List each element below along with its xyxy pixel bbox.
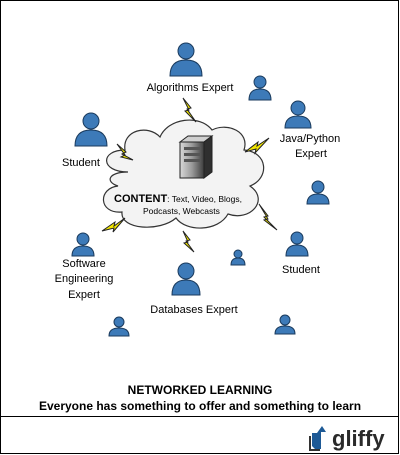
content-text-line1: CONTENT: Text, Video, Blogs, [114, 193, 242, 205]
person-icon-bottom-right [274, 314, 296, 335]
lightning-icon-bottom-left [101, 217, 126, 233]
label-software-line1: Software [62, 258, 105, 270]
person-icon-java-python [284, 100, 312, 129]
label-student-left: Student [62, 157, 100, 169]
gliffy-logo-icon [309, 426, 326, 451]
person-icon-databases [171, 262, 201, 296]
label-java-python-line1: Java/Python [280, 133, 341, 145]
person-icon-bottom-left [108, 316, 130, 337]
label-software-line2: Engineering [55, 273, 114, 285]
person-icon-student-right [285, 231, 309, 257]
person-icon-tiny-middle [230, 249, 246, 266]
gliffy-logo: gliffy [309, 426, 385, 451]
label-software-line3: Expert [68, 289, 100, 301]
network-diagram: Algorithms Expert Java/Python Expert Stu… [55, 42, 341, 337]
server-icon [178, 135, 214, 179]
person-icon-student-left [74, 112, 108, 147]
content-text-line2: Podcasts, Webcasts [143, 206, 220, 216]
content-line1-rest: : Text, Video, Blogs, [167, 194, 242, 204]
person-icon-top-right [248, 75, 272, 101]
lightning-icon-right-bottom [258, 203, 278, 231]
gliffy-logo-text: gliffy [332, 426, 385, 451]
label-java-python-line2: Expert [295, 148, 327, 160]
person-icon-software-engineering [71, 232, 95, 257]
lightning-icon-right-top [244, 137, 270, 155]
lightning-icon-top [182, 97, 197, 123]
label-algorithms-expert: Algorithms Expert [147, 82, 234, 94]
label-student-right: Student [282, 264, 320, 276]
caption-title: NETWORKED LEARNING [127, 383, 273, 397]
caption-subtitle: Everyone has something to offer and some… [38, 399, 362, 413]
person-icon-right-middle [306, 180, 330, 205]
label-databases-expert: Databases Expert [150, 304, 237, 316]
person-icon-algorithms [169, 42, 203, 77]
lightning-icon-bottom [182, 230, 195, 253]
caption-divider [0, 416, 399, 417]
content-heading: CONTENT [114, 193, 167, 205]
